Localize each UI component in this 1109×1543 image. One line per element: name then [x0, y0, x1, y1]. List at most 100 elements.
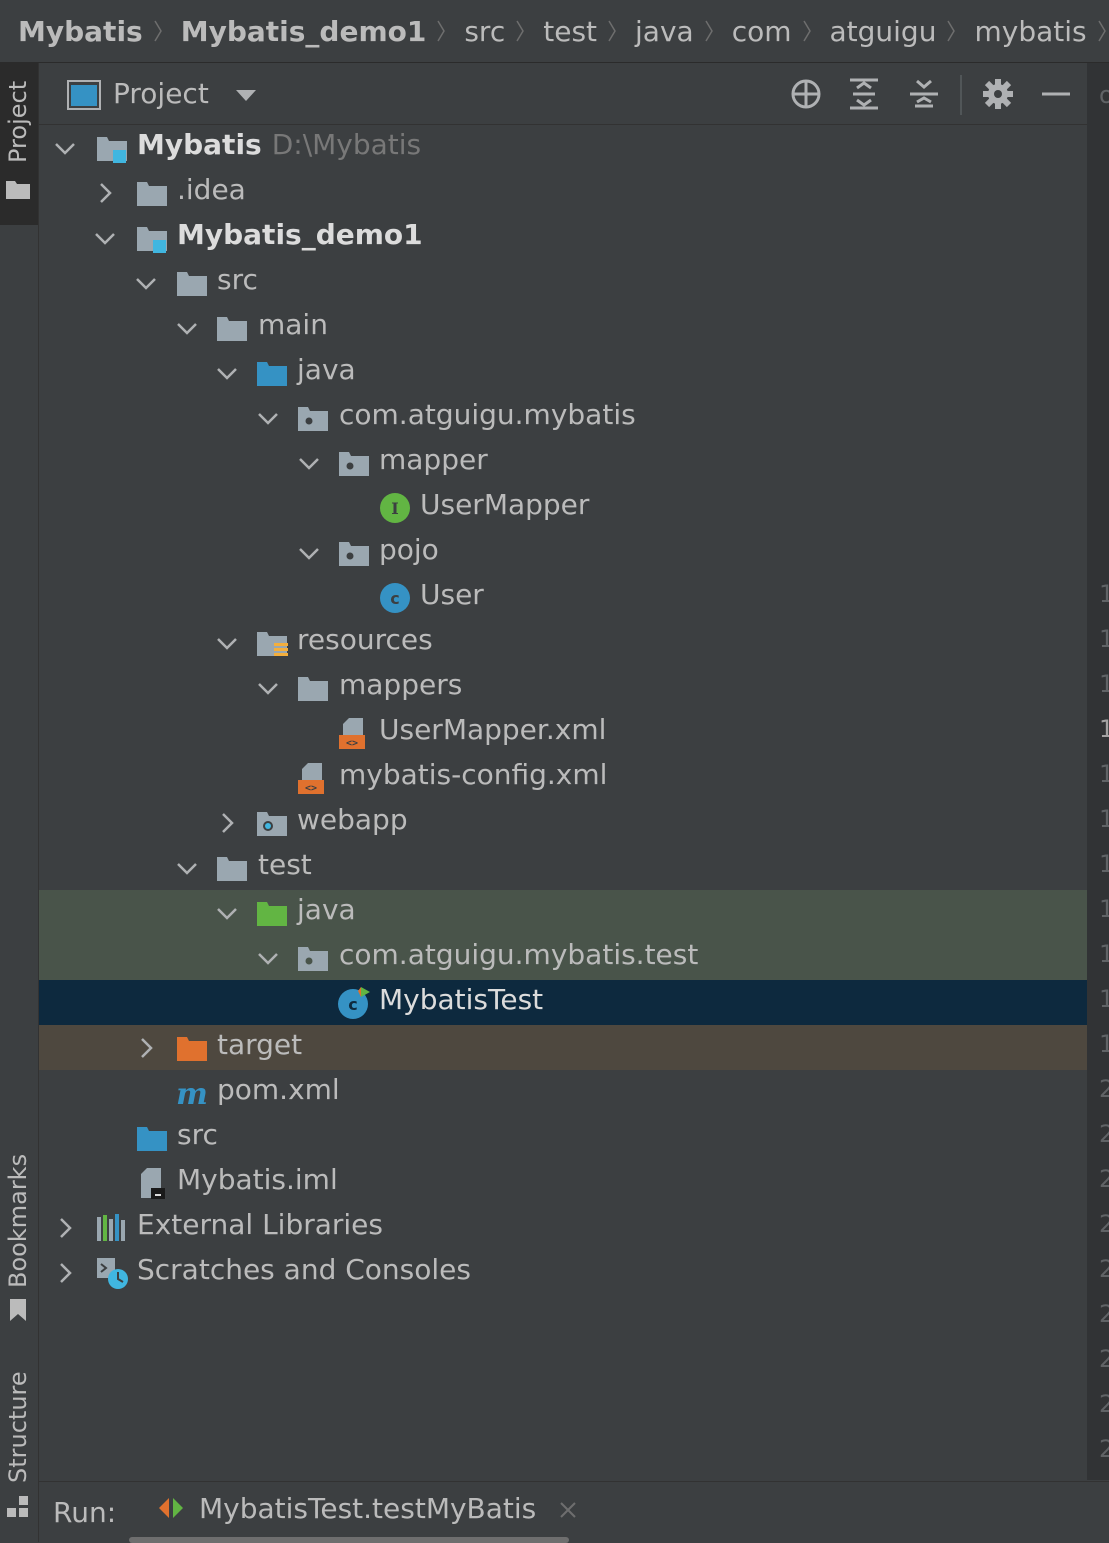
chevron-right-icon: [515, 20, 525, 42]
tree-item-webapp[interactable]: webapp: [39, 800, 1087, 845]
gear-icon[interactable]: [981, 77, 1015, 111]
tree-item-usermapper[interactable]: I UserMapper: [39, 485, 1087, 530]
breadcrumb-item[interactable]: atguigu: [812, 15, 937, 48]
root-name: Mybatis: [137, 128, 262, 161]
breadcrumb-item[interactable]: Mybatis_demo1: [163, 15, 427, 48]
line-number: 2: [1099, 1300, 1109, 1328]
chevron-right-icon[interactable]: [53, 1216, 77, 1240]
tree-item-label: mappers: [339, 668, 463, 701]
tree-item-test[interactable]: test: [39, 845, 1087, 890]
line-number: 1: [1099, 985, 1109, 1013]
breadcrumb-item[interactable]: com: [714, 15, 792, 48]
tree-item-label: webapp: [297, 803, 408, 836]
line-number: 2: [1099, 1435, 1109, 1463]
line-number: 2: [1099, 1390, 1109, 1418]
tree-item-java-main[interactable]: java: [39, 350, 1087, 395]
bookmarks-tab-label: Bookmarks: [4, 1153, 32, 1288]
folder-icon: [298, 677, 328, 701]
bookmarks-tool-tab[interactable]: Bookmarks: [0, 1154, 38, 1338]
chevron-right-icon: [607, 20, 617, 42]
tree-item-idea[interactable]: .idea: [39, 170, 1087, 215]
tree-item-label: Scratches and Consoles: [137, 1253, 471, 1286]
chevron-down-icon[interactable]: [215, 361, 239, 385]
chevron-down-icon[interactable]: [297, 451, 321, 475]
tree-item-src[interactable]: src: [39, 260, 1087, 305]
line-number: 2: [1099, 1120, 1109, 1148]
line-number: 1: [1099, 715, 1109, 743]
chevron-right-icon[interactable]: [93, 181, 117, 205]
svg-text:<>: <>: [305, 783, 317, 794]
bookmark-icon: [10, 1299, 26, 1321]
active-tab-indicator: [129, 1537, 569, 1543]
minimize-icon[interactable]: [1039, 77, 1073, 111]
tree-item-label: test: [258, 848, 312, 881]
source-folder-icon: [137, 1127, 167, 1151]
tree-item-pojo-package[interactable]: pojo: [39, 530, 1087, 575]
structure-icon: [7, 1496, 28, 1517]
chevron-down-icon[interactable]: [215, 631, 239, 655]
tree-item-resources[interactable]: resources: [39, 620, 1087, 665]
tree-item-module[interactable]: Mybatis_demo1: [39, 215, 1087, 260]
panel-title[interactable]: Project: [113, 77, 209, 110]
tree-item-pom[interactable]: m pom.xml: [39, 1070, 1087, 1115]
dropdown-arrow-icon[interactable]: [235, 89, 257, 103]
chevron-down-icon[interactable]: [53, 136, 77, 160]
tree-item-mappers-folder[interactable]: mappers: [39, 665, 1087, 710]
tree-item-target[interactable]: target: [39, 1025, 1087, 1070]
line-number: 1: [1099, 805, 1109, 833]
locate-icon[interactable]: [789, 77, 823, 111]
breadcrumb-item[interactable]: mybatis: [956, 15, 1086, 48]
structure-tool-tab[interactable]: Structure: [0, 1371, 38, 1538]
tree-item-label: pojo: [379, 533, 439, 566]
tree-item-external-libraries[interactable]: External Libraries: [39, 1205, 1087, 1250]
editor-gutter: or 1 1 1 1 1 1 1 1 1 1 1 2 2 2 2 2 2 2 2…: [1087, 63, 1109, 1480]
tree-item-user-class[interactable]: c User: [39, 575, 1087, 620]
maven-icon: m: [176, 1077, 208, 1110]
run-tab[interactable]: MybatisTest.testMyBatis: [157, 1492, 577, 1525]
excluded-folder-icon: [177, 1037, 207, 1061]
tree-item-mybatis-config[interactable]: <> mybatis-config.xml: [39, 755, 1087, 800]
package-icon: [298, 407, 328, 431]
chevron-down-icon[interactable]: [93, 226, 117, 250]
chevron-down-icon[interactable]: [256, 676, 280, 700]
panel-overflow-text: or: [1099, 81, 1109, 109]
chevron-down-icon[interactable]: [256, 946, 280, 970]
tree-item-mybatistest[interactable]: c MybatisTest: [39, 980, 1087, 1025]
chevron-down-icon[interactable]: [297, 541, 321, 565]
chevron-right-icon[interactable]: [53, 1261, 77, 1285]
test-run-icon: [159, 1498, 183, 1518]
source-folder-icon: [257, 362, 287, 386]
close-icon[interactable]: [559, 1501, 577, 1519]
tree-item-scratches[interactable]: Scratches and Consoles: [39, 1250, 1087, 1295]
chevron-down-icon[interactable]: [175, 856, 199, 880]
tree-item-package-main[interactable]: com.atguigu.mybatis: [39, 395, 1087, 440]
tree-item-main[interactable]: main: [39, 305, 1087, 350]
line-number: 2: [1099, 1345, 1109, 1373]
project-tool-tab[interactable]: Project: [0, 63, 38, 225]
interface-icon: I: [380, 493, 410, 523]
line-number: 1: [1099, 940, 1109, 968]
expand-all-icon[interactable]: [847, 77, 881, 111]
chevron-right-icon[interactable]: [215, 811, 239, 835]
tree-item-label: External Libraries: [137, 1208, 383, 1241]
tree-item-package-test[interactable]: com.atguigu.mybatis.test: [39, 935, 1087, 980]
tree-item-mybatis-root[interactable]: Mybatis D:\Mybatis: [39, 125, 1087, 170]
breadcrumb-item[interactable]: src: [446, 15, 505, 48]
chevron-down-icon[interactable]: [134, 271, 158, 295]
collapse-all-icon[interactable]: [907, 77, 941, 111]
tree-item-java-test[interactable]: java: [39, 890, 1087, 935]
tree-item-root-src[interactable]: src: [39, 1115, 1087, 1160]
tree-item-usermapper-xml[interactable]: <> UserMapper.xml: [39, 710, 1087, 755]
chevron-right-icon[interactable]: [134, 1036, 158, 1060]
breadcrumb-item[interactable]: test: [525, 15, 597, 48]
breadcrumb-item[interactable]: java: [617, 15, 694, 48]
tree-item-mapper-package[interactable]: mapper: [39, 440, 1087, 485]
svg-text:m: m: [176, 1077, 208, 1110]
package-icon: [298, 947, 328, 971]
breadcrumb-item[interactable]: Mybatis: [0, 15, 143, 48]
tree-item-iml[interactable]: Mybatis.iml: [39, 1160, 1087, 1205]
web-folder-icon: [257, 812, 287, 836]
chevron-down-icon[interactable]: [175, 316, 199, 340]
chevron-down-icon[interactable]: [215, 901, 239, 925]
chevron-down-icon[interactable]: [256, 406, 280, 430]
